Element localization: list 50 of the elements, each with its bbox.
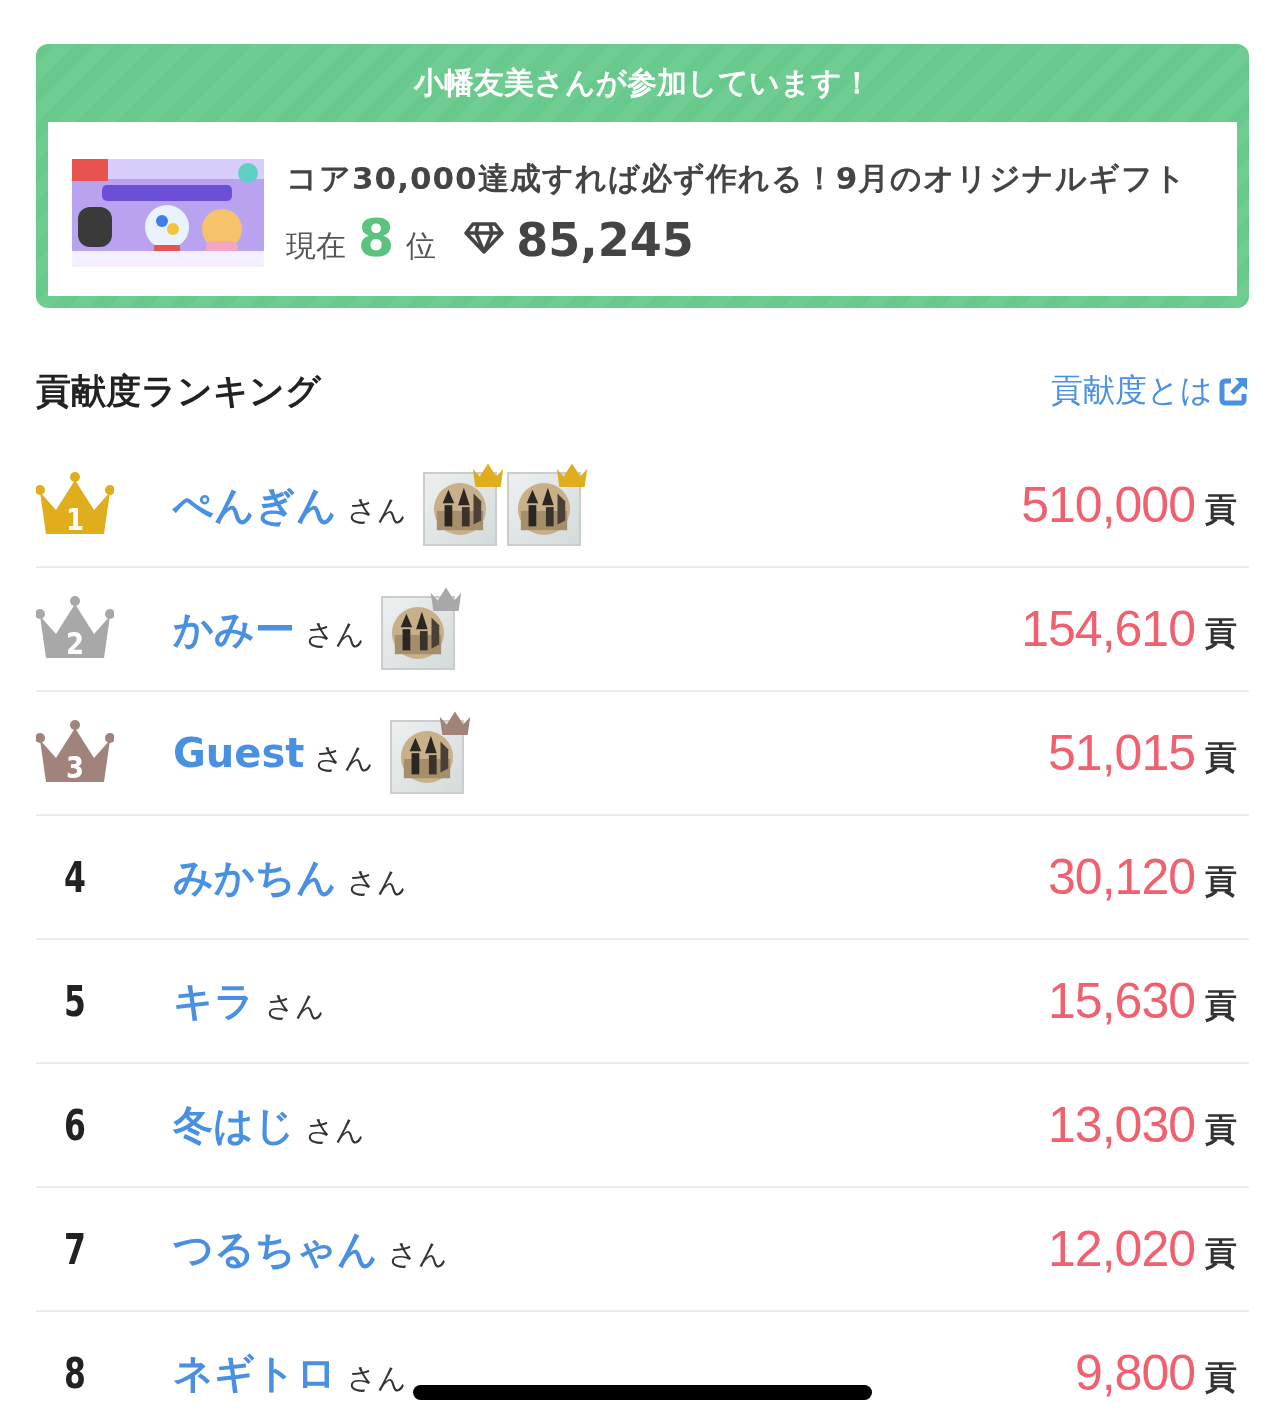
rank-suffix: 位 [406,227,437,265]
honorific: さん [347,864,407,901]
user-name[interactable]: キラ [173,973,255,1029]
rank-number: 5 [63,976,87,1026]
rank-label: 現在 [286,227,346,265]
user-name[interactable]: ぺんぎん [173,477,337,533]
rank-number: 8 [63,1348,87,1398]
contribution-points: 13,030 [1048,1096,1195,1154]
external-link-icon [1219,376,1249,406]
points-unit: 貢 [1205,861,1237,902]
points-unit: 貢 [1205,489,1237,530]
rank-number: 2 [66,626,87,661]
honorific: さん [305,1112,365,1149]
honorific: さん [305,616,365,653]
rank-number: 3 [66,750,87,785]
rank-number: 6 [63,1100,87,1150]
rank-number: 7 [63,1224,87,1274]
points-unit: 貢 [1205,1357,1237,1398]
user-name[interactable]: かみー [173,601,295,657]
event-score: 85,245 [516,213,694,267]
user-name[interactable]: つるちゃん [173,1221,378,1277]
points-unit: 貢 [1205,985,1237,1026]
points-unit: 貢 [1205,1233,1237,1274]
honorific: さん [347,1360,407,1397]
user-name[interactable]: Guest [173,730,305,776]
honorific: さん [347,492,407,529]
help-link[interactable]: 貢献度とは [1051,369,1249,413]
diamond-icon [464,221,505,255]
contribution-points: 12,020 [1048,1220,1195,1278]
user-name[interactable]: 冬はじ [173,1097,295,1153]
honorific: さん [314,740,375,777]
contribution-points: 30,120 [1048,848,1195,906]
section-title: 貢献度ランキング [36,369,321,413]
honorific: さん [388,1236,448,1273]
honorific: さん [265,988,325,1025]
contribution-points: 154,610 [1021,600,1195,658]
points-unit: 貢 [1205,737,1237,778]
event-title: コア30,000達成すれば必ず作れる！9月のオリジナルギフト [286,159,1188,198]
contribution-points: 15,630 [1048,972,1195,1030]
contribution-points: 510,000 [1021,476,1195,534]
points-unit: 貢 [1205,613,1237,654]
contribution-points: 51,015 [1048,724,1195,782]
contribution-points: 9,800 [1074,1344,1195,1402]
event-heading: 小幡友美さんが参加しています！ [412,63,873,102]
user-name[interactable]: みかちん [173,849,337,905]
user-name[interactable]: ネギトロ [173,1345,337,1401]
current-rank: 8 [358,208,395,268]
points-unit: 貢 [1205,1109,1237,1150]
rank-number: 1 [66,502,87,537]
rank-number: 4 [63,852,87,902]
